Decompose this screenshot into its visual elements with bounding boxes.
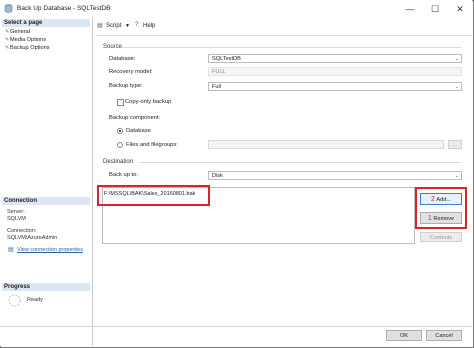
component-files-label: Files and filegroups: [126, 142, 178, 148]
add-button-label: Add... [436, 197, 452, 203]
footer-divider [0, 326, 472, 327]
progress-spinner-icon [8, 294, 21, 307]
browse-files-button: ... [448, 140, 462, 149]
sidebar-item-backup-options[interactable]: ✎Backup Options [5, 45, 50, 51]
component-database-radio[interactable] [117, 128, 123, 134]
sidebar-item-media-options[interactable]: ✎Media Options [5, 37, 46, 43]
files-filegroups-field [208, 140, 444, 149]
backup-type-label: Backup type: [109, 83, 143, 89]
cancel-button[interactable]: Cancel [426, 330, 462, 341]
chevron-down-icon[interactable]: ▼ [125, 23, 130, 29]
destination-path-item[interactable]: F:\MSSQL\BAK\Sales_20160801.bak [104, 191, 195, 197]
help-button[interactable]: Help [143, 23, 155, 29]
close-button[interactable]: ✕ [448, 0, 472, 18]
recovery-model-value: FULL [212, 69, 226, 75]
add-button[interactable]: 2 Add... [420, 193, 462, 205]
select-page-heading: Select a page [2, 19, 90, 27]
help-icon: ? [135, 22, 139, 28]
component-files-radio[interactable] [117, 142, 123, 148]
backup-type-value: Full [212, 84, 222, 90]
window-title: Back Up Database - SQLTestDB [17, 5, 111, 12]
back-up-to-label: Back up to: [109, 172, 139, 178]
backup-type-select[interactable]: Full ⌄ [208, 82, 462, 91]
connection-heading: Connection [2, 197, 90, 205]
minimize-button[interactable]: — [398, 0, 422, 18]
script-button[interactable]: Script [106, 23, 121, 29]
chevron-down-icon: ⌄ [454, 173, 459, 179]
ok-button[interactable]: OK [386, 330, 422, 341]
view-connection-properties-link[interactable]: View connection properties [17, 247, 83, 253]
properties-icon: ▤ [8, 247, 14, 253]
source-divider [121, 47, 461, 48]
backup-component-label: Backup component: [109, 115, 161, 121]
recovery-model-label: Recovery model: [109, 69, 153, 75]
database-value: SQLTestDB [212, 56, 241, 62]
source-group-label: Source [103, 44, 123, 50]
chevron-down-icon: ⌄ [454, 84, 459, 90]
maximize-button[interactable]: ☐ [423, 0, 447, 18]
server-value: SQLVM [7, 216, 26, 222]
sidebar-item-label: Media Options [10, 37, 47, 43]
chevron-down-icon: ⌄ [454, 56, 459, 62]
destination-group-label: Destination [103, 159, 134, 165]
remove-button[interactable]: 1 Remove [420, 212, 462, 224]
recovery-model-field: FULL [208, 67, 462, 76]
sidebar-item-label: General [10, 29, 30, 35]
contents-button: Contents [420, 232, 462, 242]
script-icon: ▤ [97, 23, 103, 29]
progress-status: Ready [27, 297, 43, 303]
database-label: Database: [109, 56, 136, 62]
database-app-icon [4, 4, 13, 13]
step-number: 1 [427, 215, 432, 222]
server-label: Server: [7, 209, 25, 215]
title-bar[interactable]: Back Up Database - SQLTestDB — ☐ ✕ [0, 0, 472, 18]
sidebar-item-general[interactable]: ✎General [5, 29, 30, 35]
back-up-to-value: Disk [212, 173, 223, 179]
copy-only-checkbox[interactable] [117, 99, 124, 106]
component-database-label: Database [126, 128, 151, 134]
progress-heading: Progress [2, 283, 90, 291]
connection-value: SQLVM\AzureAdmin [7, 235, 58, 241]
copy-only-label: Copy-only backup [125, 99, 172, 105]
step-number: 2 [430, 196, 435, 203]
back-up-to-select[interactable]: Disk ⌄ [208, 171, 462, 180]
destination-divider [139, 162, 461, 163]
remove-button-label: Remove [433, 216, 455, 222]
database-select[interactable]: SQLTestDB ⌄ [208, 54, 462, 63]
sidebar-item-label: Backup Options [10, 45, 50, 51]
connection-label: Connection: [7, 228, 37, 234]
